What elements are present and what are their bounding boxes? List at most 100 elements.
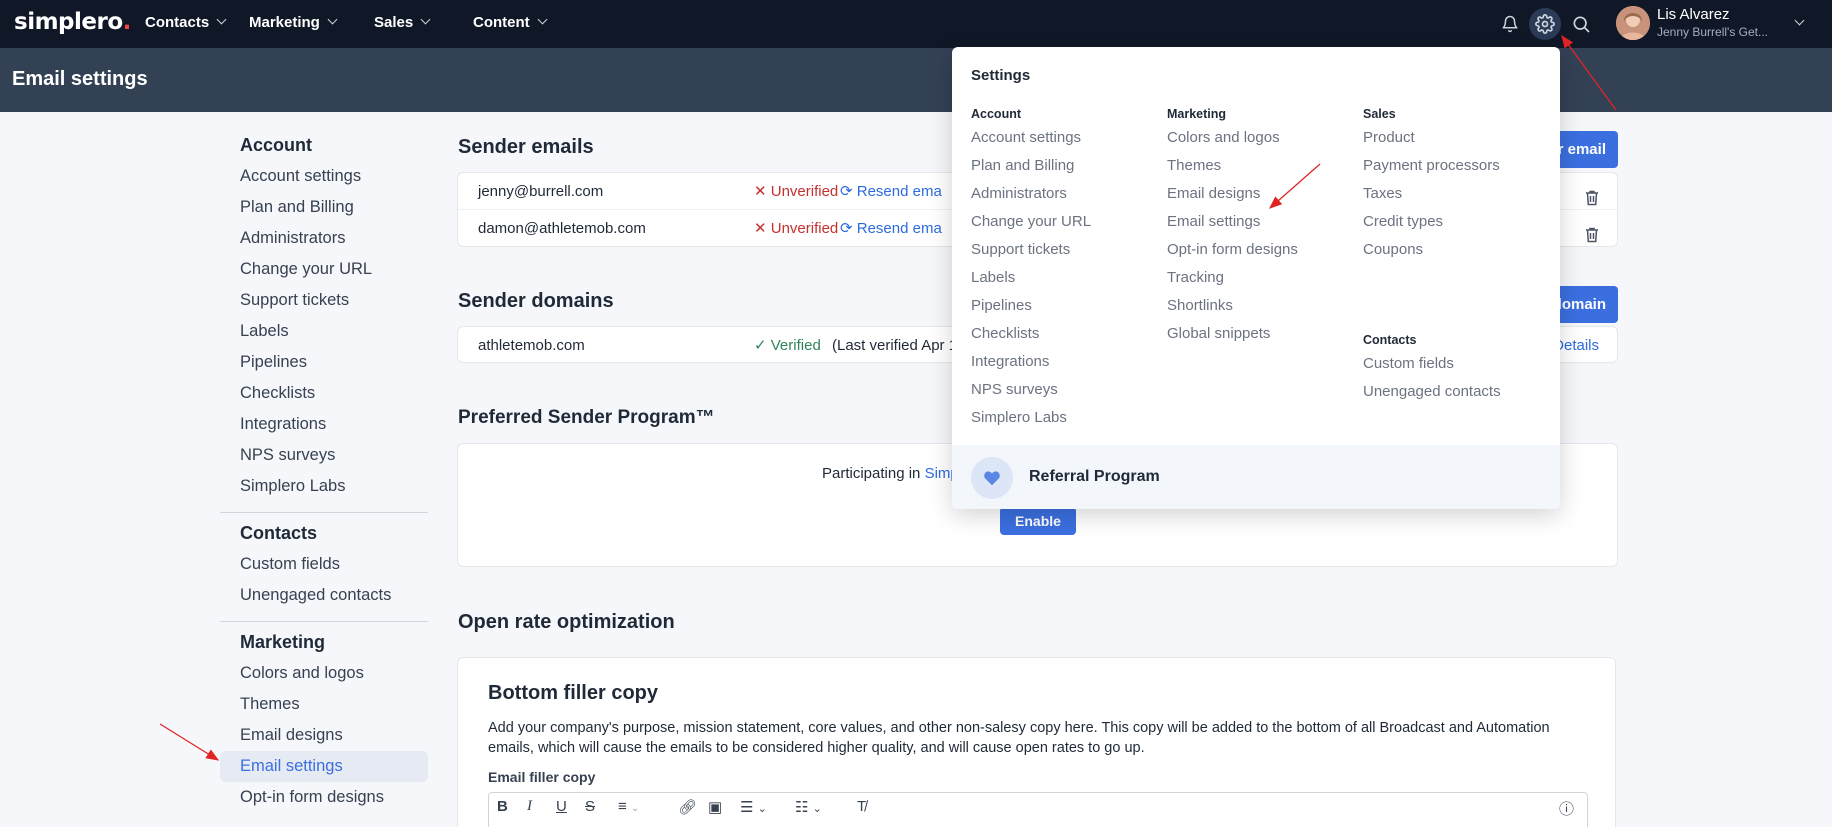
resend-email-link[interactable]: ⟳ Resend ema <box>840 173 942 210</box>
settings-sidebar: Account Account settings Plan and Billin… <box>220 130 428 813</box>
bottom-filler-card: Bottom filler copy Add your company's pu… <box>457 657 1616 827</box>
nav-marketing[interactable]: Marketing <box>249 0 338 48</box>
image-icon[interactable]: ▣ <box>708 798 722 816</box>
dropdown-item[interactable]: Administrators <box>971 180 1091 208</box>
dropdown-column-contacts: Contacts Custom fields Unengaged contact… <box>1363 330 1501 406</box>
sidebar-item-themes[interactable]: Themes <box>220 689 428 720</box>
bell-icon[interactable] <box>1494 8 1526 40</box>
chevron-down-icon <box>420 14 431 25</box>
chevron-down-icon <box>537 14 548 25</box>
sidebar-item-colors-logos[interactable]: Colors and logos <box>220 658 428 689</box>
dropdown-item[interactable]: NPS surveys <box>971 376 1091 404</box>
enable-button[interactable]: Enable <box>1000 507 1076 535</box>
dropdown-item[interactable]: Shortlinks <box>1167 292 1298 320</box>
link-icon[interactable]: 🔗︎ <box>678 798 697 816</box>
dropdown-item[interactable]: Email designs <box>1167 180 1298 208</box>
bold-icon[interactable]: B <box>497 798 508 815</box>
sidebar-item-unengaged-contacts[interactable]: Unengaged contacts <box>220 580 428 611</box>
sender-emails-title: Sender emails <box>458 136 594 158</box>
dropdown-heading: Marketing <box>1167 107 1227 121</box>
dropdown-item[interactable]: Product <box>1363 124 1500 152</box>
dropdown-item[interactable]: Account settings <box>971 124 1091 152</box>
dropdown-item[interactable]: Pipelines <box>971 292 1091 320</box>
sidebar-item-support-tickets[interactable]: Support tickets <box>220 285 428 316</box>
info-icon[interactable]: ⓘ <box>1559 798 1574 819</box>
sender-domain: athletemob.com <box>478 337 585 354</box>
sidebar-heading-contacts: Contacts <box>240 523 318 543</box>
resend-email-link[interactable]: ⟳ Resend ema <box>840 210 942 247</box>
clear-format-icon[interactable]: T̸ <box>857 798 866 815</box>
refresh-icon: ⟳ <box>840 183 857 200</box>
dropdown-item[interactable]: Labels <box>971 264 1091 292</box>
italic-icon[interactable]: I <box>527 798 532 815</box>
x-icon: ✕ <box>754 183 771 200</box>
sidebar-item-labels[interactable]: Labels <box>220 316 428 347</box>
sidebar-item-custom-fields[interactable]: Custom fields <box>220 549 428 580</box>
settings-dropdown: Settings Account Account settings Plan a… <box>952 47 1560 509</box>
sidebar-item-checklists[interactable]: Checklists <box>220 378 428 409</box>
sidebar-item-email-designs[interactable]: Email designs <box>220 720 428 751</box>
nav-content[interactable]: Content <box>473 0 548 48</box>
referral-program-link[interactable]: Referral Program <box>952 445 1560 509</box>
sidebar-item-optin-form-designs[interactable]: Opt-in form designs <box>220 782 428 813</box>
sidebar-item-simplero-labs[interactable]: Simplero Labs <box>220 471 428 502</box>
dropdown-column-account: Account Account settings Plan and Billin… <box>971 104 1091 432</box>
nav-contacts[interactable]: Contacts <box>145 0 227 48</box>
bottom-filler-description: Add your company's purpose, mission stat… <box>488 720 1550 756</box>
sender-email: damon@athletemob.com <box>478 220 646 237</box>
dropdown-item[interactable]: Integrations <box>971 348 1091 376</box>
sidebar-item-account-settings[interactable]: Account settings <box>220 161 428 192</box>
numbered-list-icon[interactable]: ☷ ⌄ <box>795 798 822 816</box>
bullet-list-icon[interactable]: ☰ ⌄ <box>740 798 767 816</box>
sidebar-item-administrators[interactable]: Administrators <box>220 223 428 254</box>
details-link[interactable]: Details <box>1553 327 1599 364</box>
simplero-logo[interactable]: simplero. <box>14 9 131 35</box>
dropdown-heading: Account <box>971 107 1021 121</box>
trash-icon[interactable] <box>1585 220 1599 257</box>
avatar[interactable] <box>1616 6 1650 40</box>
dropdown-item[interactable]: Checklists <box>971 320 1091 348</box>
dropdown-item[interactable]: Plan and Billing <box>971 152 1091 180</box>
dropdown-item[interactable]: Simplero Labs <box>971 404 1091 432</box>
dropdown-item[interactable]: Unengaged contacts <box>1363 378 1501 406</box>
check-icon: ✓ <box>754 337 771 354</box>
gear-icon[interactable] <box>1529 8 1561 40</box>
dropdown-item[interactable]: Coupons <box>1363 236 1500 264</box>
dropdown-item[interactable]: Credit types <box>1363 208 1500 236</box>
dropdown-item[interactable]: Change your URL <box>971 208 1091 236</box>
dropdown-item[interactable]: Support tickets <box>971 236 1091 264</box>
dropdown-item[interactable]: Themes <box>1167 152 1298 180</box>
annotation-arrow-sidebar <box>159 723 220 761</box>
heart-icon <box>971 457 1013 499</box>
strikethrough-icon[interactable]: S <box>585 798 595 815</box>
sidebar-item-nps-surveys[interactable]: NPS surveys <box>220 440 428 471</box>
dropdown-column-marketing: Marketing Colors and logos Themes Email … <box>1167 104 1298 348</box>
dropdown-item[interactable]: Opt-in form designs <box>1167 236 1298 264</box>
user-name[interactable]: Lis Alvarez <box>1657 6 1730 23</box>
align-icon[interactable]: ≡ ⌄ <box>618 798 639 815</box>
sidebar-item-integrations[interactable]: Integrations <box>220 409 428 440</box>
dropdown-item[interactable]: Taxes <box>1363 180 1500 208</box>
dropdown-item[interactable]: Colors and logos <box>1167 124 1298 152</box>
sidebar-item-plan-billing[interactable]: Plan and Billing <box>220 192 428 223</box>
user-account-name[interactable]: Jenny Burrell's Get... <box>1657 25 1768 39</box>
sender-email: jenny@burrell.com <box>478 183 604 200</box>
sidebar-divider <box>220 621 428 622</box>
dropdown-item[interactable]: Tracking <box>1167 264 1298 292</box>
sidebar-item-pipelines[interactable]: Pipelines <box>220 347 428 378</box>
underline-icon[interactable]: U <box>556 798 567 815</box>
dropdown-item[interactable]: Custom fields <box>1363 350 1501 378</box>
dropdown-item[interactable]: Payment processors <box>1363 152 1500 180</box>
search-icon[interactable] <box>1565 8 1597 40</box>
dropdown-column-sales: Sales Product Payment processors Taxes C… <box>1363 104 1500 264</box>
verified-status: ✓ Verified <box>754 337 821 354</box>
dropdown-heading: Sales <box>1363 107 1396 121</box>
chevron-down-icon[interactable] <box>1794 15 1805 26</box>
dropdown-item-email-settings[interactable]: Email settings <box>1167 208 1298 236</box>
x-icon: ✕ <box>754 220 771 237</box>
dropdown-item[interactable]: Global snippets <box>1167 320 1298 348</box>
preferred-sender-title: Preferred Sender Program™ <box>458 407 715 428</box>
sidebar-item-email-settings[interactable]: Email settings <box>220 751 428 782</box>
nav-sales[interactable]: Sales <box>374 0 431 48</box>
sidebar-item-change-url[interactable]: Change your URL <box>220 254 428 285</box>
